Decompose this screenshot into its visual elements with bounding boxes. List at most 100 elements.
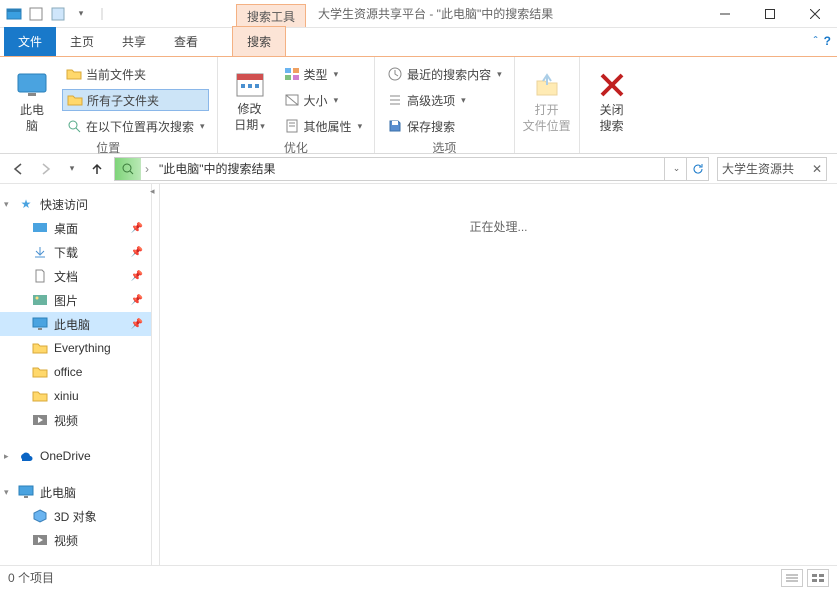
video-icon (32, 412, 48, 428)
title-bar: ▾ 搜索工具 大学生资源共享平台 - "此电脑"中的搜索结果 (0, 0, 837, 28)
nav-desktop[interactable]: 桌面📌 (0, 216, 151, 240)
ribbon: 此电 脑 当前文件夹 所有子文件夹 在以下位置再次搜索▾ 位置 修改 日期▾ 类… (0, 56, 837, 154)
monitor-icon (16, 69, 48, 101)
nav-videos-2[interactable]: 视频 (0, 528, 151, 552)
nav-downloads[interactable]: 下载📌 (0, 240, 151, 264)
download-icon (32, 244, 48, 260)
cube-icon (32, 508, 48, 524)
explorer-body: ▾★快速访问 桌面📌 下载📌 文档📌 图片📌 此电脑📌 Everything o… (0, 184, 837, 565)
search-icon (66, 118, 82, 134)
content-area: 正在处理... (160, 184, 837, 565)
size-button[interactable]: 大小▾ (280, 89, 367, 111)
view-details-button[interactable] (781, 569, 803, 587)
search-value: 大学生资源共 (722, 160, 794, 177)
pin-icon: 📌 (131, 271, 143, 282)
nav-splitter[interactable]: ◂ (152, 184, 160, 565)
app-icon[interactable] (4, 4, 24, 24)
this-pc-button[interactable]: 此电 脑 (8, 61, 56, 133)
nav-quick-access[interactable]: ▾★快速访问 (0, 192, 151, 216)
pin-icon: 📌 (131, 247, 143, 258)
address-bar: ▾ › "此电脑"中的搜索结果 ⌄ 大学生资源共 ✕ (0, 154, 837, 184)
nav-this-pc-2[interactable]: ▾此电脑 (0, 480, 151, 504)
document-icon (32, 268, 48, 284)
ribbon-group-options: 最近的搜索内容▾ 高级选项▾ 保存搜索 选项 (375, 57, 515, 153)
search-again-button[interactable]: 在以下位置再次搜索▾ (62, 115, 209, 137)
qat-dropdown[interactable]: ▾ (70, 4, 90, 24)
qat-separator (92, 4, 112, 24)
nav-office[interactable]: office (0, 360, 151, 384)
nav-documents[interactable]: 文档📌 (0, 264, 151, 288)
folder-icon (66, 66, 82, 82)
nav-recent-button[interactable]: ▾ (62, 160, 80, 178)
date-modified-button[interactable]: 修改 日期▾ (226, 61, 274, 133)
tab-home[interactable]: 主页 (56, 27, 108, 56)
kind-button[interactable]: 类型▾ (280, 63, 367, 85)
qat-item[interactable] (48, 4, 68, 24)
desktop-icon (32, 220, 48, 236)
nav-onedrive[interactable]: ▸OneDrive (0, 444, 151, 468)
monitor-icon (18, 484, 34, 500)
ribbon-group-location: 此电 脑 当前文件夹 所有子文件夹 在以下位置再次搜索▾ 位置 (0, 57, 218, 153)
monitor-icon (32, 316, 48, 332)
path-text: "此电脑"中的搜索结果 (153, 160, 664, 177)
ribbon-group-close: 关闭 搜索 (580, 57, 644, 153)
recent-searches-button[interactable]: 最近的搜索内容▾ (383, 63, 506, 85)
save-search-button[interactable]: 保存搜索 (383, 115, 506, 137)
nav-back-button[interactable] (10, 160, 28, 178)
nav-this-pc[interactable]: 此电脑📌 (0, 312, 151, 336)
maximize-button[interactable] (747, 0, 792, 27)
window-controls (702, 0, 837, 27)
nav-everything[interactable]: Everything (0, 336, 151, 360)
open-location-button: 打开 文件位置 (523, 61, 571, 133)
minimize-button[interactable] (702, 0, 747, 27)
path-dropdown-button[interactable]: ⌄ (664, 158, 686, 180)
status-bar: 0 个项目 (0, 565, 837, 589)
nav-pictures[interactable]: 图片📌 (0, 288, 151, 312)
ribbon-collapse-icon[interactable]: ˆ (814, 34, 818, 48)
recent-icon (387, 66, 403, 82)
all-subfolders-button[interactable]: 所有子文件夹 (62, 89, 209, 111)
picture-icon (32, 292, 48, 308)
star-icon: ★ (18, 196, 34, 212)
tab-file[interactable]: 文件 (4, 27, 56, 56)
pin-icon: 📌 (131, 319, 143, 330)
path-box[interactable]: › "此电脑"中的搜索结果 ⌄ (114, 157, 709, 181)
calendar-icon (234, 68, 266, 100)
video-icon (32, 532, 48, 548)
size-icon (284, 92, 300, 108)
contextual-tab-label: 搜索工具 (236, 4, 306, 27)
ribbon-group-refine: 修改 日期▾ 类型▾ 大小▾ 其他属性▾ 优化 (218, 57, 376, 153)
tab-share[interactable]: 共享 (108, 27, 160, 56)
tab-search[interactable]: 搜索 (232, 26, 286, 56)
open-location-icon (531, 69, 563, 101)
refresh-button[interactable] (686, 158, 708, 180)
processing-label: 正在处理... (469, 218, 527, 235)
item-count: 0 个项目 (8, 569, 54, 586)
tab-view[interactable]: 查看 (160, 27, 212, 56)
nav-videos[interactable]: 视频 (0, 408, 151, 432)
search-box[interactable]: 大学生资源共 ✕ (717, 157, 827, 181)
help-icon[interactable]: ? (824, 34, 831, 48)
list-icon (387, 92, 403, 108)
chevron-down-icon: ▾ (200, 121, 205, 132)
close-button[interactable] (792, 0, 837, 27)
folder-icon (32, 364, 48, 380)
folder-icon (32, 388, 48, 404)
nav-forward-button (36, 160, 54, 178)
quick-access-toolbar: ▾ (0, 0, 116, 27)
folder-tree-icon (67, 92, 83, 108)
current-folder-button[interactable]: 当前文件夹 (62, 63, 209, 85)
view-icons-button[interactable] (807, 569, 829, 587)
qat-item[interactable] (26, 4, 46, 24)
ribbon-group-openloc: 打开 文件位置 (515, 57, 580, 153)
clear-search-icon[interactable]: ✕ (812, 162, 822, 176)
navigation-pane[interactable]: ▾★快速访问 桌面📌 下载📌 文档📌 图片📌 此电脑📌 Everything o… (0, 184, 152, 565)
close-search-button[interactable]: 关闭 搜索 (588, 61, 636, 133)
advanced-options-button[interactable]: 高级选项▾ (383, 89, 506, 111)
pin-icon: 📌 (131, 295, 143, 306)
nav-up-button[interactable] (88, 160, 106, 178)
kind-icon (284, 66, 300, 82)
nav-xiniu[interactable]: xiniu (0, 384, 151, 408)
other-props-button[interactable]: 其他属性▾ (280, 115, 367, 137)
nav-3d-objects[interactable]: 3D 对象 (0, 504, 151, 528)
